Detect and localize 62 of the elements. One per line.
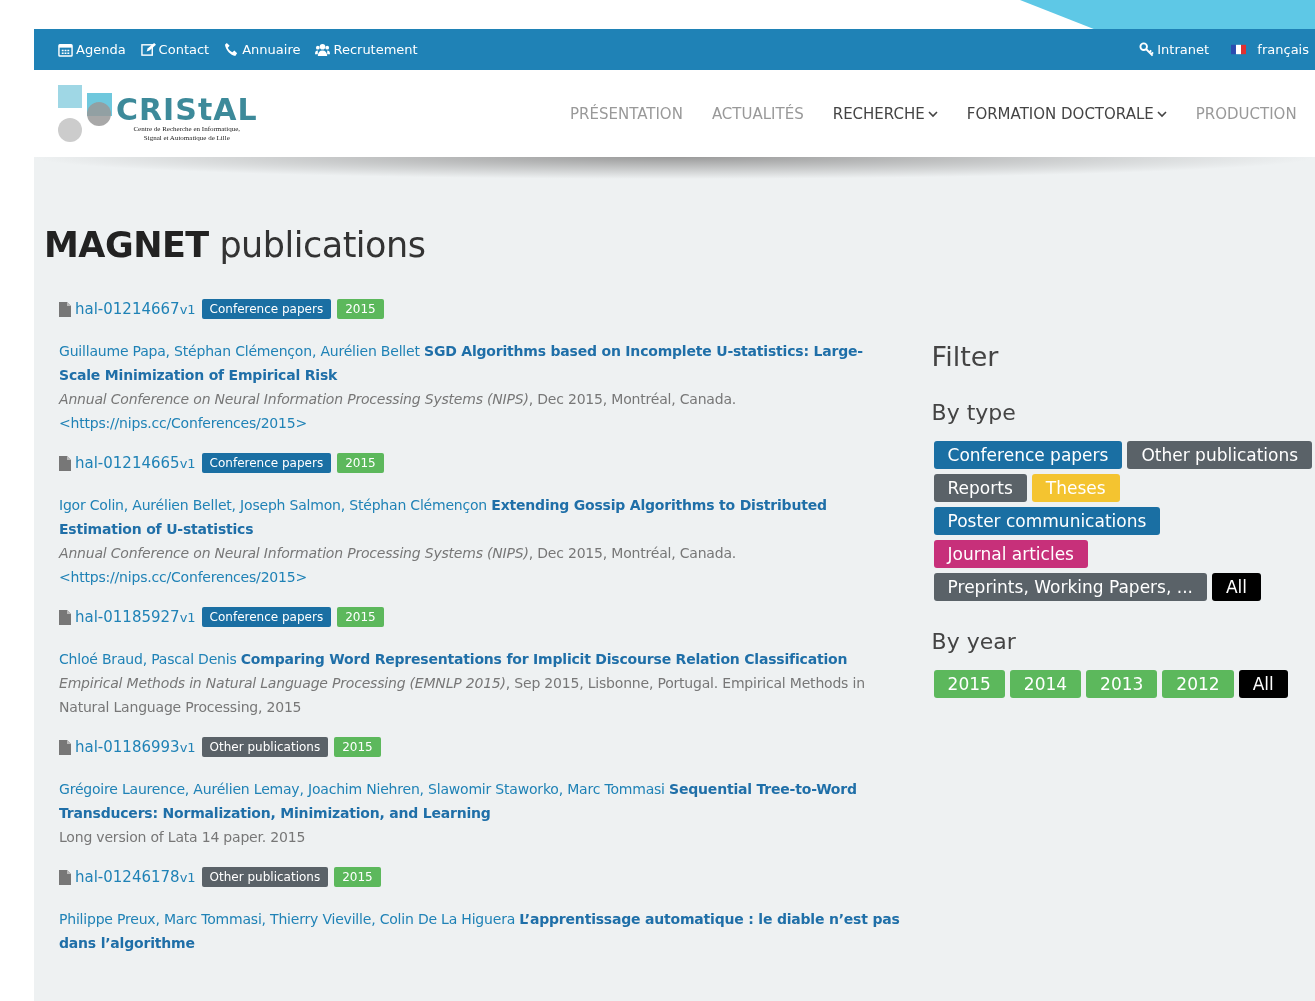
filter-tag[interactable]: Journal articles (933, 540, 1088, 568)
top-link[interactable]: Agenda (58, 42, 126, 57)
year-tag: 2015 (334, 737, 381, 757)
chevron-icon (1156, 109, 1167, 118)
filter-tag[interactable]: 2012 (1162, 670, 1234, 698)
key-icon (1139, 42, 1155, 57)
hal-id-link[interactable]: hal-01214667v1 (75, 300, 196, 318)
year-tag: 2015 (337, 453, 384, 473)
nav-link[interactable]: PRÉSENTATION (570, 104, 683, 123)
filter-tag[interactable]: Conference papers (933, 441, 1123, 469)
type-tag: Conference papers (201, 299, 332, 319)
filter-tag[interactable]: Other publications (1127, 441, 1313, 469)
hal-id-link[interactable]: hal-01185927v1 (75, 608, 196, 626)
type-tag: Other publications (201, 737, 329, 757)
phone-icon (224, 42, 240, 57)
top-link[interactable]: Annuaire (224, 42, 301, 57)
filter-group-heading: By year (931, 629, 1017, 654)
nav-link[interactable]: ACTUALITÉS (711, 104, 804, 123)
flag-icon (1231, 42, 1247, 57)
filter-tag[interactable]: All (1238, 670, 1288, 698)
hal-id-link[interactable]: hal-01214665v1 (75, 454, 196, 472)
chevron-icon (927, 109, 938, 118)
calendar-icon (58, 42, 73, 57)
hal-id-link[interactable]: hal-01246178v1 (75, 868, 196, 886)
page-title: MAGNET publications (44, 225, 427, 265)
filter-tag[interactable]: Preprints, Working Papers, ... (933, 573, 1207, 601)
document-icon (59, 301, 71, 317)
filter-tag[interactable]: All (1211, 573, 1262, 601)
year-tag: 2015 (337, 607, 384, 627)
logo-name[interactable]: CRIStAL (116, 94, 258, 125)
top-link[interactable]: Contact (140, 42, 210, 57)
nav-link[interactable]: RECHERCHE (832, 104, 938, 123)
filter-tag[interactable]: 2015 (933, 670, 1005, 698)
year-tag: 2015 (334, 867, 381, 887)
nav-link[interactable]: FORMATION DOCTORALE (966, 104, 1167, 123)
type-tag: Conference papers (201, 453, 332, 473)
document-icon (59, 455, 71, 471)
type-tag: Other publications (201, 867, 329, 887)
publication-reference: Philippe Preux, Marc Tommasi, Thierry Vieville, Colin De La Higuera L’apprentissage automatique : le diable n’est pas dans l’algorithme (59, 910, 901, 953)
document-icon (59, 739, 71, 755)
document-icon (59, 609, 71, 625)
publication-reference: Grégoire Laurence, Aurélien Lemay, Joachim Niehren, Slawomir Staworko, Marc Tommasi Sequential Tree-to-Word Transducers: Normalization, Minimization, and Learning Long version of Lata 14 paper. 2015 (59, 780, 858, 847)
hal-id-link[interactable]: hal-01186993v1 (75, 738, 196, 756)
top-link[interactable]: français (1231, 42, 1309, 57)
top-link[interactable]: Intranet (1139, 42, 1210, 57)
document-icon (59, 869, 71, 885)
logo-icon[interactable] (58, 84, 114, 143)
users-icon (315, 42, 331, 57)
top-link[interactable]: Recrutement (315, 42, 418, 57)
filter-group-heading: By type (931, 400, 1017, 425)
publication-reference: Chloé Braud, Pascal Denis Comparing Word Representations for Implicit Discourse Relation Classification Empirical Methods in Natural Language Processing (EMNLP 2015), Sep 2015, Lisbonne, Portugal. Empirical Methods in Natural Language Processing, 2015 (59, 650, 866, 717)
filter-tag[interactable]: 2013 (1086, 670, 1158, 698)
nav-link[interactable]: PRODUCTION (1195, 104, 1297, 123)
year-tag: 2015 (337, 299, 384, 319)
filter-tag[interactable]: 2014 (1009, 670, 1082, 698)
filter-tag[interactable]: Reports (933, 474, 1027, 502)
filter-tag[interactable]: Poster communications (933, 507, 1161, 535)
publication-reference: Guillaume Papa, Stéphan Clémençon, Aurélien Bellet SGD Algorithms based on Incomplete U-statistics: Large-Scale Minimization of Empirical Risk Annual Conference on Neural Information Processing Systems (NIPS), Dec 2015, Montréal, Canada. <https://nips.cc/Conferences/2015> (59, 342, 864, 433)
publication-reference: Igor Colin, Aurélien Bellet, Joseph Salmon, Stéphan Clémençon Extending Gossip Algorithms to Distributed Estimation of U-statistics Annual Conference on Neural Information Processing Systems (NIPS), Dec 2015, Montréal, Canada. <https://nips.cc/Conferences/2015> (59, 496, 828, 587)
filter-heading: Filter (931, 341, 1000, 372)
type-tag: Conference papers (201, 607, 332, 627)
edit-icon (140, 42, 156, 57)
